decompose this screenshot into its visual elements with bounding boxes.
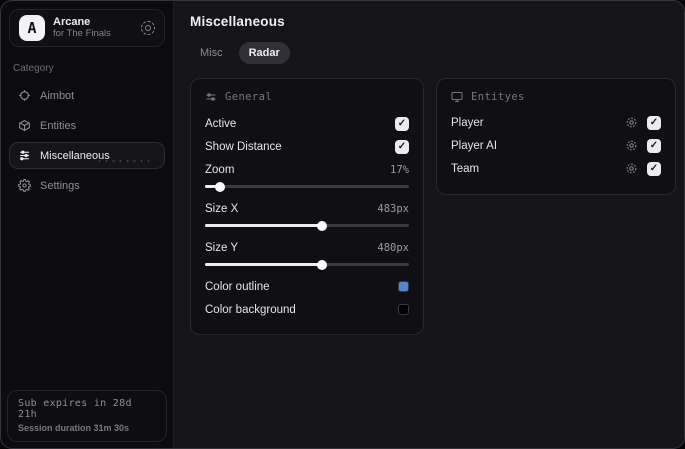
gear-icon [18, 179, 31, 192]
show-distance-checkbox[interactable] [395, 139, 409, 154]
sidebar-item-label: Entities [40, 119, 77, 132]
entity-checkbox[interactable] [647, 115, 661, 130]
general-panel-header: General [205, 91, 409, 103]
app-subtitle: for The Finals [53, 27, 111, 39]
general-panel: General Active Show Distance Zoom 17% [190, 78, 424, 335]
entity-row-player-ai: Player AI [451, 135, 661, 156]
page-title: Miscellaneous [190, 14, 285, 29]
color-background-swatch[interactable] [398, 304, 409, 315]
crosshair-icon [19, 90, 30, 101]
general-panel-title: General [225, 91, 273, 103]
active-row: Active [205, 112, 409, 135]
cube-icon [19, 120, 30, 131]
sidebar-item-label: Aimbot [40, 89, 75, 102]
panels-row: General Active Show Distance Zoom 17% [190, 78, 676, 335]
sidebar-item-miscellaneous[interactable]: Miscellaneous [9, 142, 165, 169]
sidebar-item-aimbot[interactable]: Aimbot [9, 82, 165, 109]
sub-expires-text: Sub expires in 28d 21h [18, 398, 132, 420]
entities-panel-title: Entityes [471, 91, 525, 103]
entity-checkbox[interactable] [647, 161, 661, 176]
active-label: Active [205, 117, 237, 130]
entity-label: Player [451, 116, 484, 129]
color-outline-swatch[interactable] [398, 281, 409, 292]
size-x-label: Size X [205, 202, 239, 215]
entity-settings-gear-icon[interactable] [625, 139, 638, 152]
session-duration-text: Session duration 31m 30s [18, 423, 130, 433]
sidebar-item-label: Settings [40, 179, 80, 192]
logo-card: A Arcane for The Finals [9, 9, 165, 47]
size-y-slider-handle[interactable] [205, 259, 328, 270]
logo-text: Arcane for The Finals [53, 16, 133, 40]
sliders-horizontal-icon [206, 93, 216, 101]
subscription-info-card: Sub expires in 28d 21h Session duration … [7, 390, 167, 442]
color-background-label: Color background [205, 303, 296, 316]
color-outline-label: Color outline [205, 280, 270, 293]
entity-label: Player AI [451, 139, 498, 152]
size-x-row: Size X 483px [205, 197, 409, 220]
zoom-row: Zoom 17% [205, 158, 409, 181]
sidebar-item-entities[interactable]: Entities [9, 112, 165, 139]
zoom-label: Zoom [205, 163, 235, 176]
entities-panel: Entityes Player Player AI [436, 78, 676, 195]
zoom-slider-handle[interactable] [205, 181, 226, 192]
entity-row-team: Team [451, 158, 661, 179]
entity-checkbox[interactable] [647, 138, 661, 153]
app-logo: A [19, 15, 45, 41]
tab-misc[interactable]: Misc [190, 42, 233, 64]
entity-label: Team [451, 162, 480, 175]
sync-icon[interactable] [141, 21, 155, 35]
size-x-slider-handle[interactable] [205, 220, 328, 231]
category-label: Category [13, 63, 54, 74]
size-y-value: 480px [377, 241, 409, 254]
show-distance-row: Show Distance [205, 135, 409, 158]
sidebar-item-settings[interactable]: Settings [9, 172, 165, 199]
monitor-icon [451, 92, 463, 102]
show-distance-label: Show Distance [205, 140, 282, 153]
size-y-slider[interactable] [205, 259, 409, 270]
size-x-value: 483px [377, 202, 409, 215]
active-checkbox[interactable] [395, 116, 409, 131]
color-outline-row: Color outline [205, 275, 409, 298]
sliders-icon [20, 150, 29, 161]
app-window: A Arcane for The Finals Category Aimbot … [0, 0, 685, 449]
main-content: Miscellaneous Misc Radar General Active [174, 1, 684, 448]
dots-decoration [96, 158, 154, 164]
tab-radar[interactable]: Radar [238, 42, 290, 64]
size-y-row: Size Y 480px [205, 236, 409, 259]
sidebar: A Arcane for The Finals Category Aimbot … [1, 1, 174, 448]
size-x-slider[interactable] [205, 220, 409, 231]
zoom-value: 17% [390, 163, 409, 176]
app-title: Arcane [53, 16, 91, 29]
entity-row-player: Player [451, 112, 661, 133]
size-y-label: Size Y [205, 241, 239, 254]
entity-settings-gear-icon[interactable] [625, 162, 638, 175]
color-background-row: Color background [205, 298, 409, 321]
entities-panel-header: Entityes [451, 91, 661, 103]
tab-bar: Misc Radar [190, 42, 676, 64]
entity-settings-gear-icon[interactable] [625, 116, 638, 129]
zoom-slider[interactable] [205, 181, 409, 192]
